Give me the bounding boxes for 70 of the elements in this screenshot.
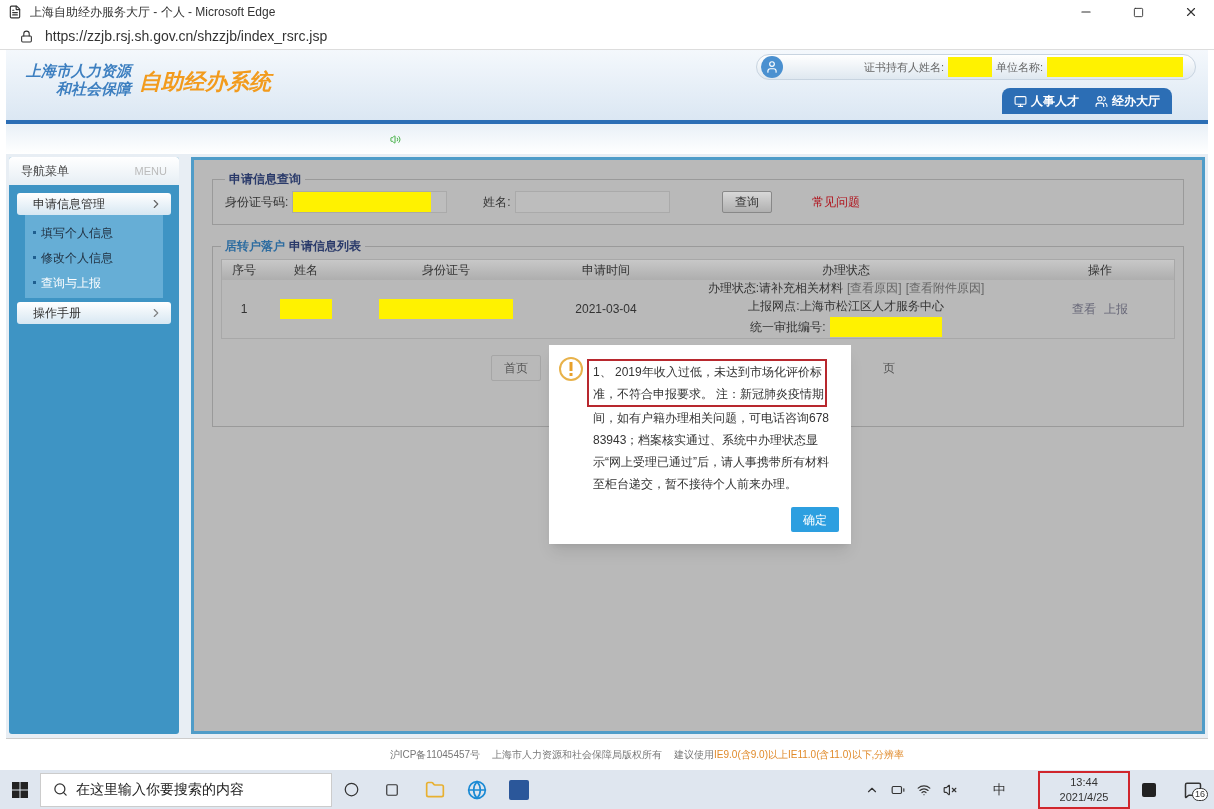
highlighted-message: 1、 2019年收入过低，未达到市场化评价标准，不符合申报要求。 注：新冠肺炎疫情期	[587, 359, 827, 407]
sidebar-item[interactable]: 填写个人信息	[25, 219, 163, 244]
task-view-circle-icon[interactable]	[344, 782, 359, 797]
dialog-message: 间，如有户籍办理相关问题，可电话咨询67883943；档案核实通过、系统中办理状态显示“网上受理已通过”后，请人事携带所有材料至柜台递交，暂不接待个人前来办理。	[593, 410, 831, 493]
confirm-button[interactable]: 确定	[791, 507, 839, 532]
office-text: 上报网点:上海市松江区人才服务中心	[748, 299, 944, 314]
header-tab[interactable]: 经办大厅	[1095, 92, 1160, 110]
taskbar-search-field[interactable]: 在这里输入你要搜索的内容	[40, 772, 332, 807]
icp-text: 沪ICP备11045457号	[389, 748, 481, 762]
sidebar-title: 导航菜单	[21, 163, 69, 180]
sidebar-section[interactable]: 申请信息管理	[17, 193, 171, 215]
copyright-text: 上海市人力资源和社会保障局版权所有	[492, 748, 663, 762]
app-tray-icon[interactable]	[1142, 782, 1156, 797]
address-bar[interactable]: https://zzjb.rsj.sh.gov.cn/shzzjb/index_rsrc.jsp	[45, 26, 328, 47]
pagination-button[interactable]: 页	[883, 355, 895, 381]
status-link[interactable]: [查看附件原因]	[905, 281, 985, 296]
column-header: 操作	[1087, 262, 1113, 279]
notification-badge: 16	[1192, 787, 1208, 801]
sidebar-item[interactable]: 修改个人信息	[25, 244, 163, 269]
bullet-icon	[33, 256, 36, 260]
column-header: 申请时间	[581, 262, 631, 279]
table-cell-text: 2021-03-04	[574, 301, 638, 318]
section-legend: 申请信息查询	[225, 170, 305, 188]
bullet-icon	[33, 231, 36, 235]
page-icon	[8, 5, 22, 19]
field-label: 身份证号码:	[225, 194, 289, 211]
faq-link[interactable]: 常见问题	[811, 193, 860, 211]
muted-speaker-icon[interactable]	[943, 782, 957, 797]
holder-label: 证书持有人姓名:	[863, 59, 944, 75]
lock-icon	[20, 30, 33, 43]
section-legend: 居转户落户	[225, 237, 285, 255]
warning-icon	[559, 357, 583, 381]
browser-icon[interactable]	[467, 779, 487, 800]
header-tab[interactable]: 人事人才	[1014, 92, 1079, 110]
close-icon[interactable]	[1184, 5, 1198, 19]
status-text: 办理状态:请补充相关材料	[707, 281, 843, 296]
ime-indicator[interactable]: 中	[993, 779, 1006, 800]
table-cell-text: 1	[239, 301, 249, 318]
column-header: 办理状态	[821, 262, 871, 279]
monitor-icon	[1014, 94, 1027, 108]
row-action-link[interactable]: 上报	[1104, 300, 1128, 318]
approval-label: 统一审批编号:	[750, 319, 826, 335]
search-placeholder: 在这里输入你要搜索的内容	[76, 780, 244, 799]
pagination-button[interactable]: 首页	[491, 355, 541, 381]
bullet-icon	[33, 281, 36, 285]
row-action-link[interactable]: 查看	[1072, 300, 1096, 318]
taskbar-clock[interactable]: 13:44 2021/4/25	[1038, 770, 1130, 809]
field-label: 姓名:	[483, 194, 511, 211]
unit-label: 单位名称:	[995, 59, 1043, 75]
avatar-icon	[761, 56, 783, 78]
column-header: 姓名	[293, 262, 319, 279]
maximize-icon[interactable]	[1133, 6, 1144, 18]
wifi-icon[interactable]	[917, 782, 931, 797]
column-header: 身份证号	[421, 262, 471, 279]
logo-text: 和社会保障	[56, 80, 131, 98]
status-link[interactable]: [查看原因]	[847, 281, 902, 296]
sidebar-title-en: MENU	[134, 163, 167, 179]
sidebar-section[interactable]: 操作手册	[17, 302, 171, 324]
redaction-block	[947, 57, 992, 77]
browser-advice: 建议使用IE9.0(含9.0)以上IE11.0(含11.0)以下,分辨率	[674, 748, 905, 762]
document-app-icon[interactable]	[509, 779, 529, 800]
people-icon	[1095, 94, 1108, 108]
speaker-icon	[390, 133, 401, 145]
window-title: 上海自助经办服务大厅 - 个人 - Microsoft Edge	[30, 4, 277, 21]
column-header: 序号	[231, 262, 257, 279]
id-input-field[interactable]	[292, 191, 448, 213]
search-icon	[53, 782, 68, 797]
section-legend: 申请信息列表	[289, 237, 361, 255]
query-button[interactable]: 查询	[721, 191, 772, 213]
redaction-block	[280, 299, 332, 319]
